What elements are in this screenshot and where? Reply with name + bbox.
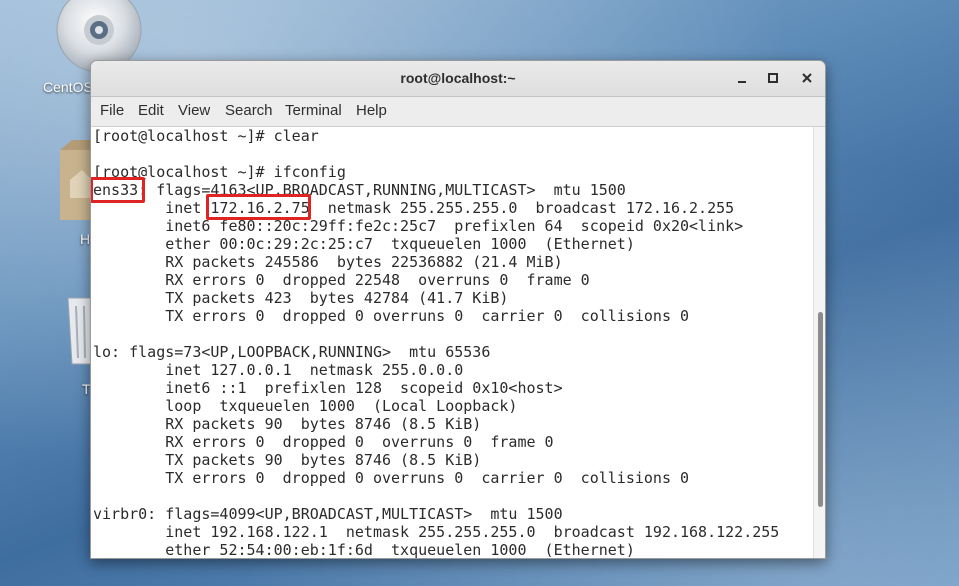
maximize-button[interactable] (763, 68, 783, 88)
menu-terminal[interactable]: Terminal (285, 102, 342, 119)
menu-view[interactable]: View (178, 102, 210, 119)
terminal-line: loop txqueuelen 1000 (Local Loopback) (93, 397, 518, 415)
terminal-line: inet 192.168.122.1 netmask 255.255.255.0… (93, 523, 780, 541)
terminal-window: root@localhost:~ File Edit View Search T… (90, 60, 826, 559)
minimize-icon (738, 81, 746, 83)
close-button[interactable] (797, 68, 817, 88)
scrollbar-thumb[interactable] (818, 312, 823, 507)
menu-bar: File Edit View Search Terminal Help (91, 97, 825, 127)
terminal-line: [root@localhost ~]# clear (93, 127, 319, 145)
terminal-line: TX errors 0 dropped 0 overruns 0 carrier… (93, 307, 690, 325)
terminal-line: inet 127.0.0.1 netmask 255.0.0.0 (93, 361, 464, 379)
title-bar[interactable]: root@localhost:~ (91, 61, 825, 97)
desktop-icon-label-centos: CentOS (43, 79, 93, 95)
terminal-line: virbr0: flags=4099<UP,BROADCAST,MULTICAS… (93, 505, 563, 523)
terminal-line: ether 00:0c:29:2c:25:c7 txqueuelen 1000 … (93, 235, 635, 253)
minimize-button[interactable] (732, 68, 752, 88)
terminal-line: RX packets 245586 bytes 22536882 (21.4 M… (93, 253, 563, 271)
close-icon (802, 73, 812, 83)
terminal-line: RX errors 0 dropped 22548 overruns 0 fra… (93, 271, 590, 289)
terminal-line: inet6 fe80::20c:29ff:fe2c:25c7 prefixlen… (93, 217, 744, 235)
ip-address-highlight (206, 194, 311, 220)
scrollbar[interactable] (813, 127, 825, 558)
terminal-line: lo: flags=73<UP,LOOPBACK,RUNNING> mtu 65… (93, 343, 491, 361)
terminal-line: RX errors 0 dropped 0 overruns 0 frame 0 (93, 433, 554, 451)
menu-search[interactable]: Search (225, 102, 273, 119)
window-title: root@localhost:~ (400, 70, 516, 86)
desktop-icon-label-home: H (80, 231, 91, 247)
terminal-line: RX packets 90 bytes 8746 (8.5 KiB) (93, 415, 482, 433)
terminal-line: inet 172.16.2.75 netmask 255.255.255.0 b… (93, 199, 735, 217)
interface-name-highlight (91, 177, 145, 203)
terminal-line: ens33: flags=4163<UP,BROADCAST,RUNNING,M… (93, 181, 626, 199)
terminal-line: inet6 ::1 prefixlen 128 scopeid 0x10<hos… (93, 379, 563, 397)
terminal-line: TX errors 0 dropped 0 overruns 0 carrier… (93, 469, 690, 487)
terminal-line: ether 52:54:00:eb:1f:6d txqueuelen 1000 … (93, 541, 635, 558)
menu-file[interactable]: File (100, 102, 124, 119)
maximize-icon (768, 73, 778, 83)
menu-edit[interactable]: Edit (138, 102, 164, 119)
menu-help[interactable]: Help (356, 102, 387, 119)
terminal-line: TX packets 423 bytes 42784 (41.7 KiB) (93, 289, 509, 307)
terminal-line: TX packets 90 bytes 8746 (8.5 KiB) (93, 451, 482, 469)
terminal-output[interactable]: [root@localhost ~]# clear [root@localhos… (91, 127, 813, 558)
trash-icon[interactable] (66, 296, 93, 366)
home-folder-icon[interactable] (58, 140, 92, 222)
